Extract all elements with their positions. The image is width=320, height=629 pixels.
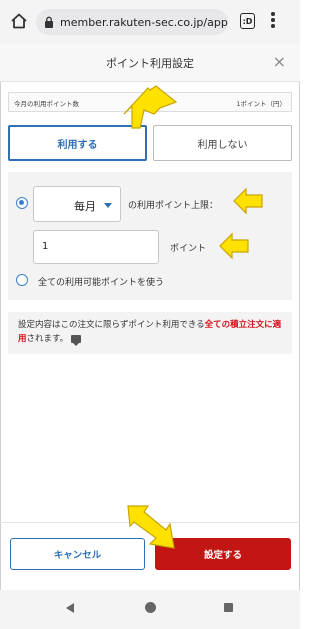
close-icon[interactable]: × <box>273 52 286 71</box>
monthly-points-value: 1ポイント（円） <box>236 100 286 108</box>
home-button-icon[interactable] <box>145 602 156 613</box>
note-text: 設定内容はこの注文に限らずポイント利用できる <box>18 320 205 330</box>
url-text: member.rakuten-sec.co.jp/app/ <box>60 15 228 29</box>
note-text-end: されます。 <box>26 334 69 344</box>
lock-icon <box>45 16 53 28</box>
annotation-arrow-icon <box>127 505 175 549</box>
modal-header: ポイント利用設定 × <box>0 44 300 82</box>
comment-icon <box>71 334 82 346</box>
annotation-arrow-icon <box>233 187 263 215</box>
more-menu-icon[interactable] <box>270 12 276 32</box>
settings-note: 設定内容はこの注文に限らずポイント利用できる全ての積立注文に適用されます。 <box>8 312 292 354</box>
frequency-select[interactable]: 毎月 <box>33 186 121 222</box>
use-all-points-radio[interactable] <box>16 274 28 286</box>
chevron-down-icon <box>104 203 112 208</box>
annotation-arrow-icon <box>219 232 249 260</box>
system-nav-bar <box>0 590 300 629</box>
recent-apps-icon[interactable] <box>224 603 233 612</box>
monthly-cap-radio[interactable] <box>16 197 28 209</box>
back-icon[interactable] <box>66 603 74 613</box>
frequency-value: 毎月 <box>74 200 96 213</box>
monthly-points-label: 今月の利用ポイント数 <box>14 100 79 108</box>
address-bar[interactable]: member.rakuten-sec.co.jp/app/ <box>36 9 228 35</box>
points-cap-input[interactable]: 1 <box>33 230 159 264</box>
cap-label: の利用ポイント上限： <box>128 201 219 211</box>
modal-title: ポイント利用設定 <box>106 57 194 70</box>
home-icon[interactable] <box>10 12 28 30</box>
use-all-points-label: 全ての利用可能ポイントを使う <box>38 278 165 288</box>
annotation-arrow-icon <box>123 85 178 129</box>
browser-toolbar: member.rakuten-sec.co.jp/app/ :D <box>0 0 300 44</box>
tab-switcher-icon[interactable]: :D <box>240 13 255 29</box>
points-unit-label: ポイント <box>170 244 207 254</box>
